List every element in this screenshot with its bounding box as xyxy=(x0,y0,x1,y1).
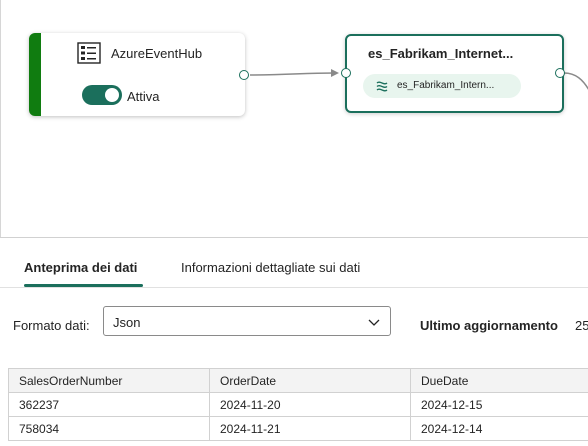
table-cell: 758034 xyxy=(9,417,210,441)
table-row: 758034 2024-11-21 2024-12-14 xyxy=(9,417,588,441)
table-cell: 2024-11-20 xyxy=(210,393,411,417)
source-node-title: AzureEventHub xyxy=(111,46,202,61)
tab-data-preview[interactable]: Anteprima dei dati xyxy=(24,260,137,275)
stream-chip-label: es_Fabrikam_Intern... xyxy=(397,80,494,91)
last-update-label: Ultimo aggiornamento xyxy=(420,318,558,333)
table-header-row: SalesOrderNumber OrderDate DueDate xyxy=(9,369,588,393)
table-cell: 2024-12-14 xyxy=(411,417,588,441)
active-toggle[interactable] xyxy=(82,85,122,105)
column-header[interactable]: DueDate xyxy=(411,369,588,393)
source-output-port[interactable] xyxy=(239,70,249,80)
stream-chip[interactable]: es_Fabrikam_Intern... xyxy=(363,74,521,98)
source-node-eventhub[interactable]: AzureEventHub Attiva xyxy=(29,33,245,116)
preview-table: SalesOrderNumber OrderDate DueDate 36223… xyxy=(8,368,588,441)
table-cell: 362237 xyxy=(9,393,210,417)
column-header[interactable]: OrderDate xyxy=(210,369,411,393)
source-node-status-bar xyxy=(29,33,41,116)
flow-canvas: AzureEventHub Attiva es_Fabrikam_Interne… xyxy=(0,0,588,237)
stream-output-port[interactable] xyxy=(555,68,565,78)
format-select[interactable]: Json xyxy=(103,306,391,336)
stream-icon xyxy=(375,79,389,93)
format-label: Formato dati: xyxy=(13,318,90,333)
table-cell: 2024-12-15 xyxy=(411,393,588,417)
toggle-label: Attiva xyxy=(127,89,160,104)
table-cell: 2024-11-21 xyxy=(210,417,411,441)
toggle-knob xyxy=(105,88,119,102)
tabs-divider xyxy=(0,287,588,288)
tab-data-insights[interactable]: Informazioni dettagliate sui dati xyxy=(181,260,360,275)
column-header[interactable]: SalesOrderNumber xyxy=(9,369,210,393)
stream-node-title: es_Fabrikam_Internet... xyxy=(368,46,513,61)
stream-input-port[interactable] xyxy=(341,68,351,78)
table-row: 362237 2024-11-20 2024-12-15 xyxy=(9,393,588,417)
last-update-value: 25 xyxy=(575,318,588,333)
data-preview-panel: Anteprima dei dati Informazioni dettagli… xyxy=(0,237,588,446)
stream-node[interactable]: es_Fabrikam_Internet... es_Fabrikam_Inte… xyxy=(345,34,564,113)
format-select-value: Json xyxy=(113,315,140,330)
chevron-down-icon xyxy=(368,317,380,327)
event-hub-icon xyxy=(77,42,101,64)
